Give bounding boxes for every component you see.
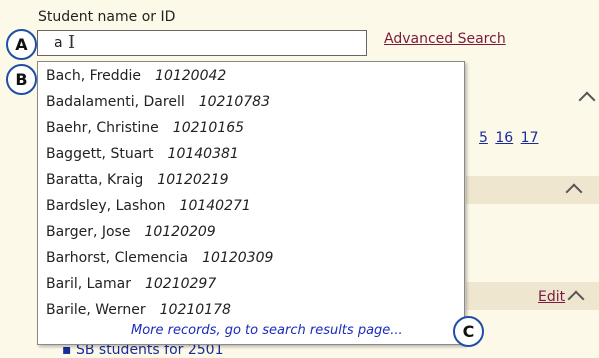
result-item[interactable]: Baggett, Stuart 10140381 <box>46 142 239 166</box>
result-id: 10120309 <box>202 250 274 266</box>
result-name: Bardsley, Lashon <box>46 198 166 214</box>
more-records-link[interactable]: More records, go to search results page.… <box>131 323 403 338</box>
result-item[interactable]: Baratta, Kraig 10120219 <box>46 168 229 192</box>
student-search-label: Student name or ID <box>38 9 176 25</box>
result-item[interactable]: Baehr, Christine 10210165 <box>46 116 244 140</box>
result-id: 10140271 <box>179 198 251 214</box>
student-search-input[interactable] <box>37 30 367 56</box>
callout-marker-b: B <box>6 64 37 95</box>
result-item[interactable]: Badalamenti, Darell 10210783 <box>46 90 270 114</box>
page-link[interactable]: 16 <box>495 130 513 146</box>
result-id: 10210178 <box>159 302 231 318</box>
advanced-search-link[interactable]: Advanced Search <box>384 31 506 47</box>
result-item[interactable]: Bach, Freddie 10120042 <box>46 64 226 88</box>
page-link[interactable]: 17 <box>521 130 539 146</box>
result-name: Badalamenti, Darell <box>46 94 185 110</box>
result-name: Baril, Lamar <box>46 276 131 292</box>
result-id: 10120209 <box>144 224 216 240</box>
callout-marker-a: A <box>6 29 37 60</box>
result-item[interactable]: Baril, Lamar 10210297 <box>46 272 216 296</box>
page-link[interactable]: 5 <box>479 130 488 146</box>
result-name: Baehr, Christine <box>46 120 159 136</box>
result-id: 10140381 <box>167 146 239 162</box>
result-name: Baggett, Stuart <box>46 146 154 162</box>
result-id: 10120219 <box>157 172 229 188</box>
result-id: 10210783 <box>198 94 270 110</box>
pagination: 5 16 17 <box>476 130 538 146</box>
result-id: 10210297 <box>144 276 217 292</box>
result-name: Barger, Jose <box>46 224 131 240</box>
result-name: Baratta, Kraig <box>46 172 144 188</box>
result-item[interactable]: Bardsley, Lashon 10140271 <box>46 194 251 218</box>
result-name: Barile, Werner <box>46 302 146 318</box>
edit-link[interactable]: Edit <box>538 289 565 305</box>
result-item[interactable]: Barger, Jose 10120209 <box>46 220 216 244</box>
result-item[interactable]: Barile, Werner 10210178 <box>46 298 231 322</box>
result-id: 10210165 <box>172 120 245 136</box>
result-name: Bach, Freddie <box>46 68 142 84</box>
result-id: 10120042 <box>155 68 227 84</box>
result-item[interactable]: Barhorst, Clemencia 10120309 <box>46 246 273 270</box>
text-cursor-icon: I <box>68 32 76 53</box>
callout-marker-c: C <box>453 316 484 347</box>
result-name: Barhorst, Clemencia <box>46 250 189 266</box>
autocomplete-dropdown: Bach, Freddie 10120042 Badalamenti, Darel… <box>37 61 465 345</box>
